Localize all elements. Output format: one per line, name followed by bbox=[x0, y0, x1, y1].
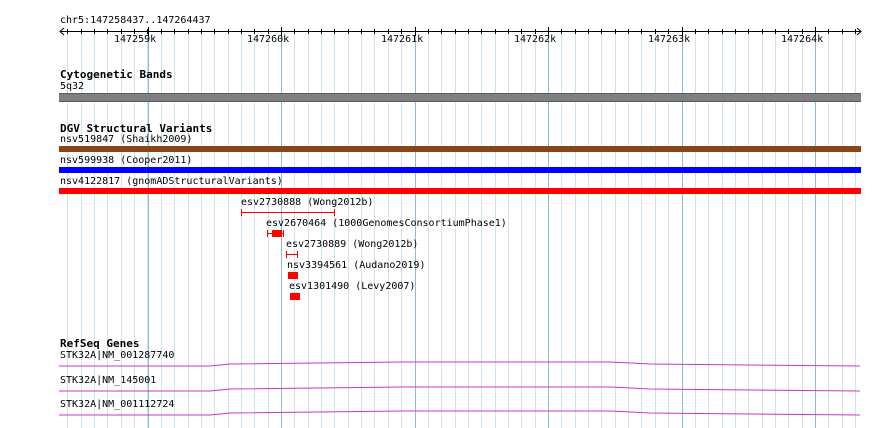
gene-model-intron-line[interactable] bbox=[59, 361, 861, 367]
gene-model-intron-line[interactable] bbox=[59, 386, 861, 392]
gene-models bbox=[59, 361, 861, 416]
gene-model-intron-line[interactable] bbox=[59, 410, 861, 416]
genome-browser-view: chr5:147258437..147264437 147259k 147260… bbox=[0, 0, 890, 428]
